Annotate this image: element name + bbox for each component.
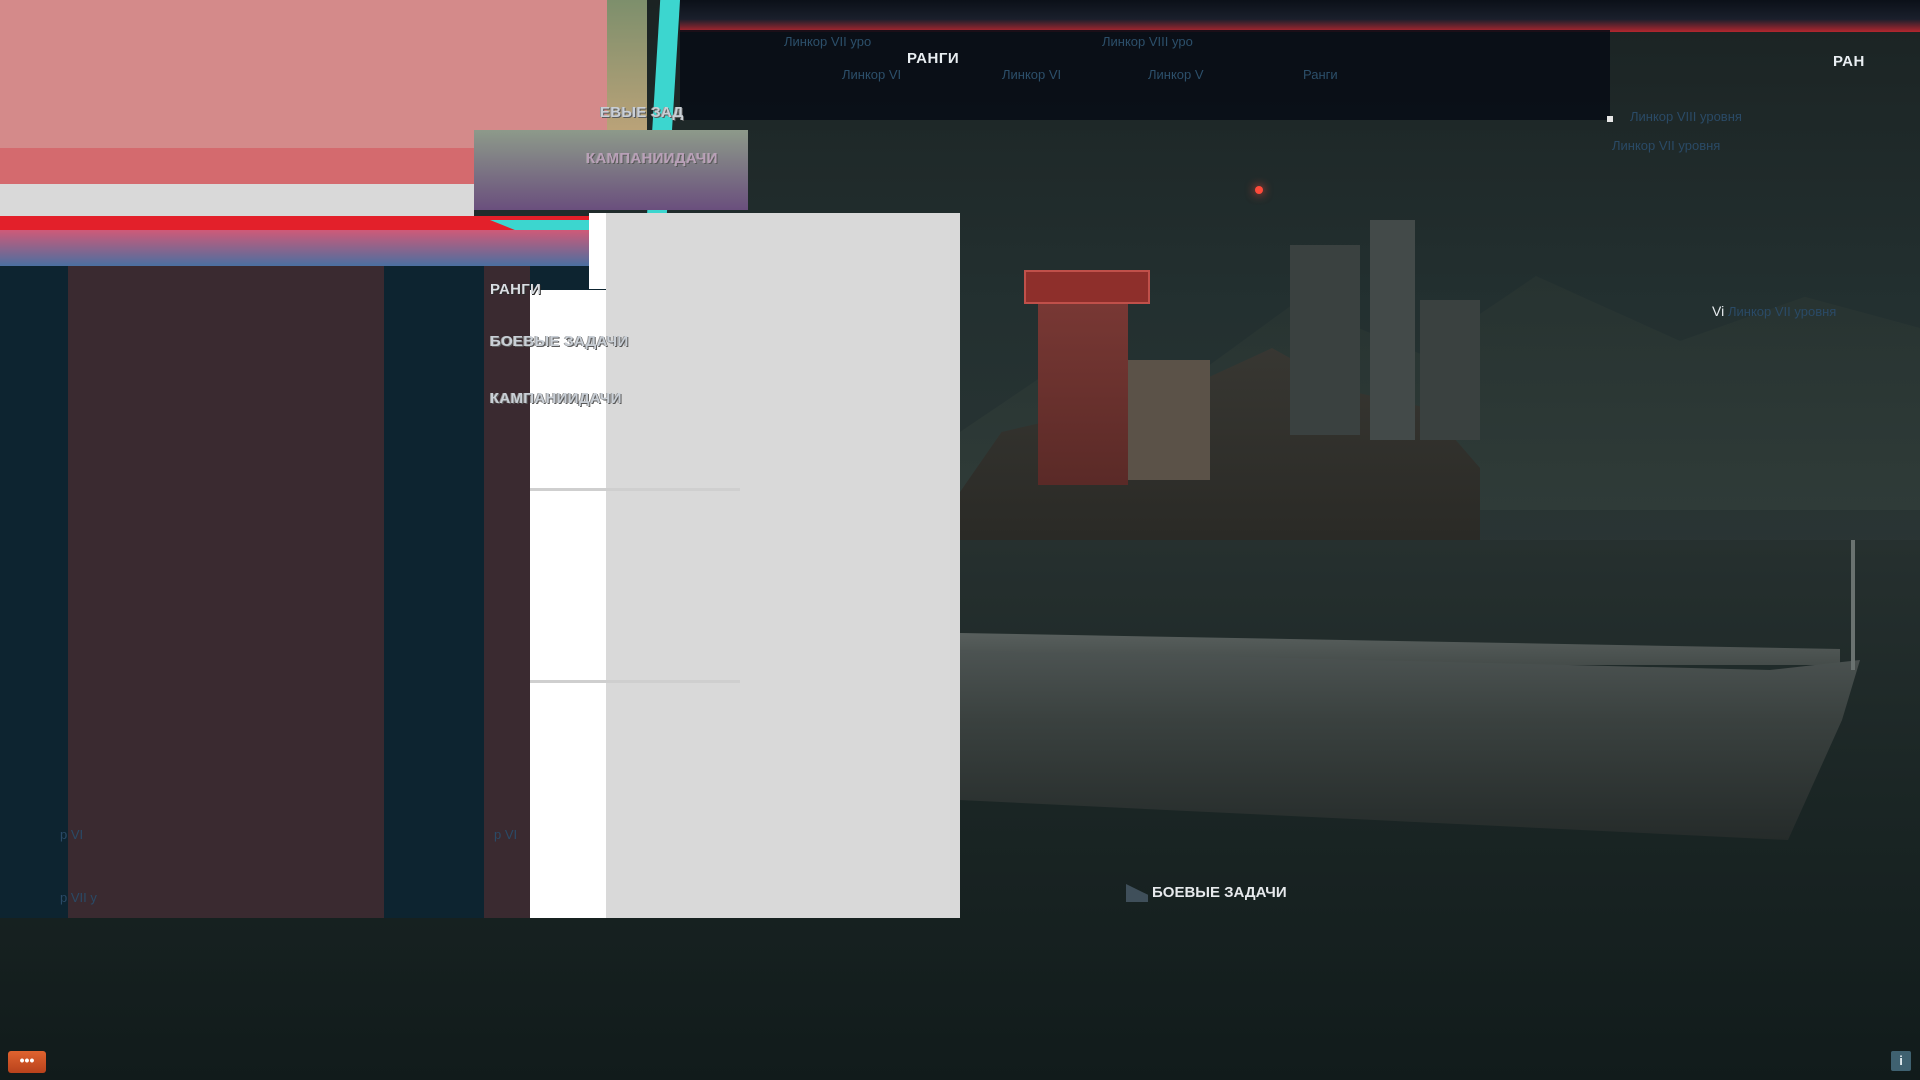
left-panel-column — [484, 266, 530, 918]
glitch-block — [0, 0, 607, 148]
grey-panel — [606, 213, 960, 918]
tab-ranks-right[interactable]: РАН — [1833, 53, 1865, 70]
ghost-text: р VI — [60, 827, 84, 842]
bullet-icon — [1607, 116, 1613, 122]
divider — [530, 680, 740, 683]
ghost-text: р VII у — [60, 890, 97, 905]
building — [1420, 300, 1480, 440]
right-panel-line: Линкор VIII уровня — [1630, 109, 1742, 124]
ghost-text: р VI — [494, 827, 518, 842]
combat-missions-label[interactable]: БОЕВЫЕ ЗАДАЧИ — [1152, 884, 1287, 901]
subtab-battleship-v[interactable]: Линкор V — [1148, 67, 1204, 82]
tab-ranks[interactable]: РАНГИ — [907, 50, 959, 67]
building — [1370, 220, 1415, 440]
glitch-block — [0, 184, 474, 216]
subtab-battleship-viii[interactable]: Линкор VIII уро — [1102, 34, 1193, 49]
top-bar — [680, 0, 1920, 32]
menu-ranks[interactable]: РАНГИ — [490, 281, 541, 298]
glitch-block — [607, 0, 647, 150]
glitch-label-combat: ЕВЫЕ ЗАД — [600, 104, 684, 121]
ship-mast — [1851, 540, 1855, 670]
tower — [1038, 275, 1128, 485]
vi-text: Линкор VII уровня — [1728, 304, 1837, 319]
chat-button[interactable]: ••• — [8, 1051, 46, 1073]
glitch-block — [0, 230, 590, 266]
subtab-battleship-vi[interactable]: Линкор VI — [842, 67, 901, 82]
subtab-battleship-vii[interactable]: Линкор VII уро — [784, 34, 871, 49]
menu-combat-missions[interactable]: БОЕВЫЕ ЗАДАЧИ — [490, 333, 629, 350]
tower-sign — [1024, 270, 1150, 304]
building — [1290, 245, 1360, 435]
white-column — [530, 290, 606, 918]
subtab-ranks[interactable]: Ранги — [1303, 67, 1338, 82]
right-panel-line: Линкор VII уровня — [1612, 138, 1721, 153]
left-panel-column — [68, 266, 384, 918]
glitch-label-campaigns: КАМПАНИИДАЧИ — [586, 150, 718, 167]
menu-campaigns[interactable]: КАМПАНИИДАЧИ — [490, 390, 622, 407]
subtab-battleship-vi-2[interactable]: Линкор VI — [1002, 67, 1061, 82]
glitch-block — [0, 148, 474, 184]
divider — [530, 488, 740, 491]
glitch-block — [474, 130, 748, 210]
vi-label: Vi — [1712, 303, 1725, 319]
beacon-light — [1255, 186, 1263, 194]
info-button[interactable]: i — [1891, 1051, 1911, 1071]
